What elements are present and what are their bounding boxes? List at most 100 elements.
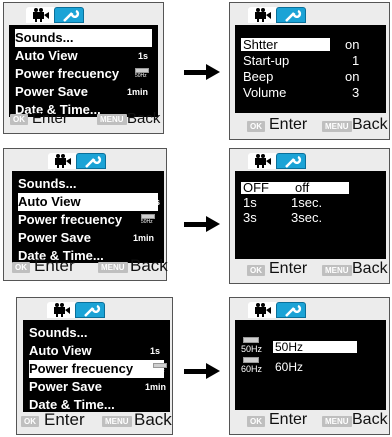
- wrench-icon: [84, 304, 101, 317]
- ok-key[interactable]: OK: [12, 262, 30, 273]
- sounds-footer: OK Enter MENU Back: [230, 115, 389, 137]
- auto-view-panel: OFF off 1s 1sec. 3s 3sec. OK Enter MENU Bac…: [229, 148, 390, 284]
- power-frequency-panel: 50Hz 50Hz 60Hz 60Hz OK Enter MENU Back: [229, 297, 390, 435]
- menu-item-auto-view[interactable]: Auto View 1s: [29, 342, 164, 360]
- tab-setup[interactable]: [276, 7, 306, 23]
- enter-label: Enter: [269, 116, 308, 133]
- auto-view-value: 1s: [149, 346, 160, 356]
- menu-footer: OK Enter MENU Back: [17, 410, 172, 432]
- tab-bar: [230, 151, 389, 171]
- tab-bar: [230, 300, 389, 320]
- power-save-value: 1min: [132, 233, 154, 243]
- video-camera-icon: [55, 154, 71, 168]
- wrench-icon: [85, 155, 102, 168]
- menu-item-power-frecuency[interactable]: Power frecuency 50Hz: [15, 65, 152, 83]
- ok-key[interactable]: OK: [247, 121, 265, 132]
- tab-setup[interactable]: [75, 302, 105, 318]
- auto-view-screen: OFF off 1s 1sec. 3s 3sec.: [235, 171, 386, 259]
- back-label: Back: [352, 260, 388, 277]
- sounds-item-beep[interactable]: Beep on: [243, 69, 378, 84]
- tab-bar: [4, 151, 166, 171]
- auto-view-value: 1s: [137, 51, 148, 61]
- frequency-icon: 50Hz: [141, 214, 155, 225]
- tab-setup[interactable]: [54, 7, 84, 23]
- menu-footer: OK Enter MENU Back: [4, 109, 163, 131]
- video-camera-icon: [255, 303, 271, 317]
- enter-label: Enter: [269, 411, 308, 428]
- back-label: Back: [130, 256, 168, 275]
- wrench-icon: [285, 9, 302, 22]
- main-menu-panel-3: Sounds... Auto View 1s Power frecuency 50H…: [16, 297, 173, 435]
- auto-view-option-3s[interactable]: 3s 3sec.: [243, 210, 378, 225]
- sounds-item-volume[interactable]: Volume 3: [243, 85, 378, 100]
- menu-item-sounds[interactable]: Sounds...: [18, 175, 158, 193]
- menu-item-power-frecuency[interactable]: Power frecuency 50Hz: [29, 360, 167, 378]
- menu-item-power-save[interactable]: Power Save 1min: [15, 83, 152, 101]
- freq-option-60hz[interactable]: 60Hz 60Hz: [241, 357, 381, 377]
- ok-key[interactable]: OK: [247, 265, 265, 276]
- tab-bar: [230, 5, 389, 25]
- video-camera-icon: [255, 8, 271, 22]
- sounds-screen: Shtter on Start-up 1 Beep on Volume 3: [235, 25, 386, 113]
- menu-key[interactable]: MENU: [322, 265, 352, 276]
- menu-screen: Sounds... Auto View 1s Power frecuency 50H…: [9, 25, 158, 117]
- auto-view-footer: OK Enter MENU Back: [230, 259, 389, 281]
- sounds-item-startup[interactable]: Start-up 1: [243, 53, 378, 68]
- frequency-screen: 50Hz 50Hz 60Hz 60Hz: [235, 320, 386, 410]
- enter-label: Enter: [34, 256, 75, 275]
- menu-item-power-frecuency[interactable]: Power frecuency 50Hz: [18, 211, 158, 229]
- menu-screen: Sounds... Auto View 1s Power frecuency 50H…: [23, 320, 170, 412]
- enter-label: Enter: [44, 410, 85, 429]
- menu-item-sounds[interactable]: Sounds...: [15, 29, 152, 47]
- menu-footer: OK Enter MENU Back: [4, 256, 168, 278]
- ok-key[interactable]: OK: [21, 416, 39, 427]
- back-label: Back: [134, 410, 172, 429]
- frequency-icon: 50Hz: [153, 363, 167, 374]
- tab-video[interactable]: [248, 302, 278, 318]
- menu-key[interactable]: MENU: [322, 416, 352, 427]
- tab-video[interactable]: [248, 7, 278, 23]
- power-save-value: 1min: [144, 382, 166, 392]
- power-save-value: 1min: [126, 87, 148, 97]
- tab-bar: [4, 5, 163, 25]
- right-arrow-icon: [184, 363, 220, 379]
- tab-video[interactable]: [26, 7, 56, 23]
- menu-key[interactable]: MENU: [102, 416, 132, 427]
- frequency-icon: 60Hz: [241, 357, 262, 375]
- back-label: Back: [352, 116, 388, 133]
- sounds-item-shutter[interactable]: Shtter on: [243, 37, 378, 52]
- menu-key[interactable]: MENU: [98, 262, 128, 273]
- main-menu-panel-1: Sounds... Auto View 1s Power frecuency 50H…: [3, 2, 164, 134]
- back-label: Back: [127, 110, 161, 127]
- back-label: Back: [352, 411, 388, 428]
- tab-setup[interactable]: [276, 302, 306, 318]
- frequency-icon: 50Hz: [135, 68, 149, 79]
- menu-item-auto-view[interactable]: Auto View 1s: [15, 47, 152, 65]
- tab-video[interactable]: [248, 153, 278, 169]
- auto-view-value: 1s: [149, 197, 160, 207]
- wrench-icon: [285, 155, 302, 168]
- auto-view-option-1s[interactable]: 1s 1sec.: [243, 195, 378, 210]
- menu-item-power-save[interactable]: Power Save 1min: [29, 378, 166, 396]
- right-arrow-icon: [184, 64, 220, 80]
- menu-key[interactable]: MENU: [322, 121, 352, 132]
- video-camera-icon: [54, 303, 70, 317]
- tab-video[interactable]: [48, 153, 78, 169]
- main-menu-panel-2: Sounds... Auto View 1s Power frecuency 50H…: [3, 148, 168, 281]
- menu-key[interactable]: MENU: [97, 114, 127, 125]
- freq-option-50hz[interactable]: 50Hz 50Hz: [241, 337, 381, 357]
- frequency-icon: 50Hz: [241, 337, 262, 355]
- tab-setup[interactable]: [276, 153, 306, 169]
- tab-bar: [17, 300, 172, 320]
- ok-key[interactable]: OK: [247, 416, 265, 427]
- tab-video[interactable]: [47, 302, 77, 318]
- ok-key[interactable]: OK: [10, 114, 28, 125]
- frequency-footer: OK Enter MENU Back: [230, 410, 389, 432]
- tab-setup[interactable]: [76, 153, 106, 169]
- video-camera-icon: [33, 8, 49, 22]
- right-arrow-icon: [184, 216, 220, 232]
- auto-view-option-off[interactable]: OFF off: [243, 180, 378, 195]
- menu-item-sounds[interactable]: Sounds...: [29, 324, 164, 342]
- menu-item-power-save[interactable]: Power Save 1min: [18, 229, 158, 247]
- menu-item-auto-view[interactable]: Auto View 1s: [18, 193, 160, 211]
